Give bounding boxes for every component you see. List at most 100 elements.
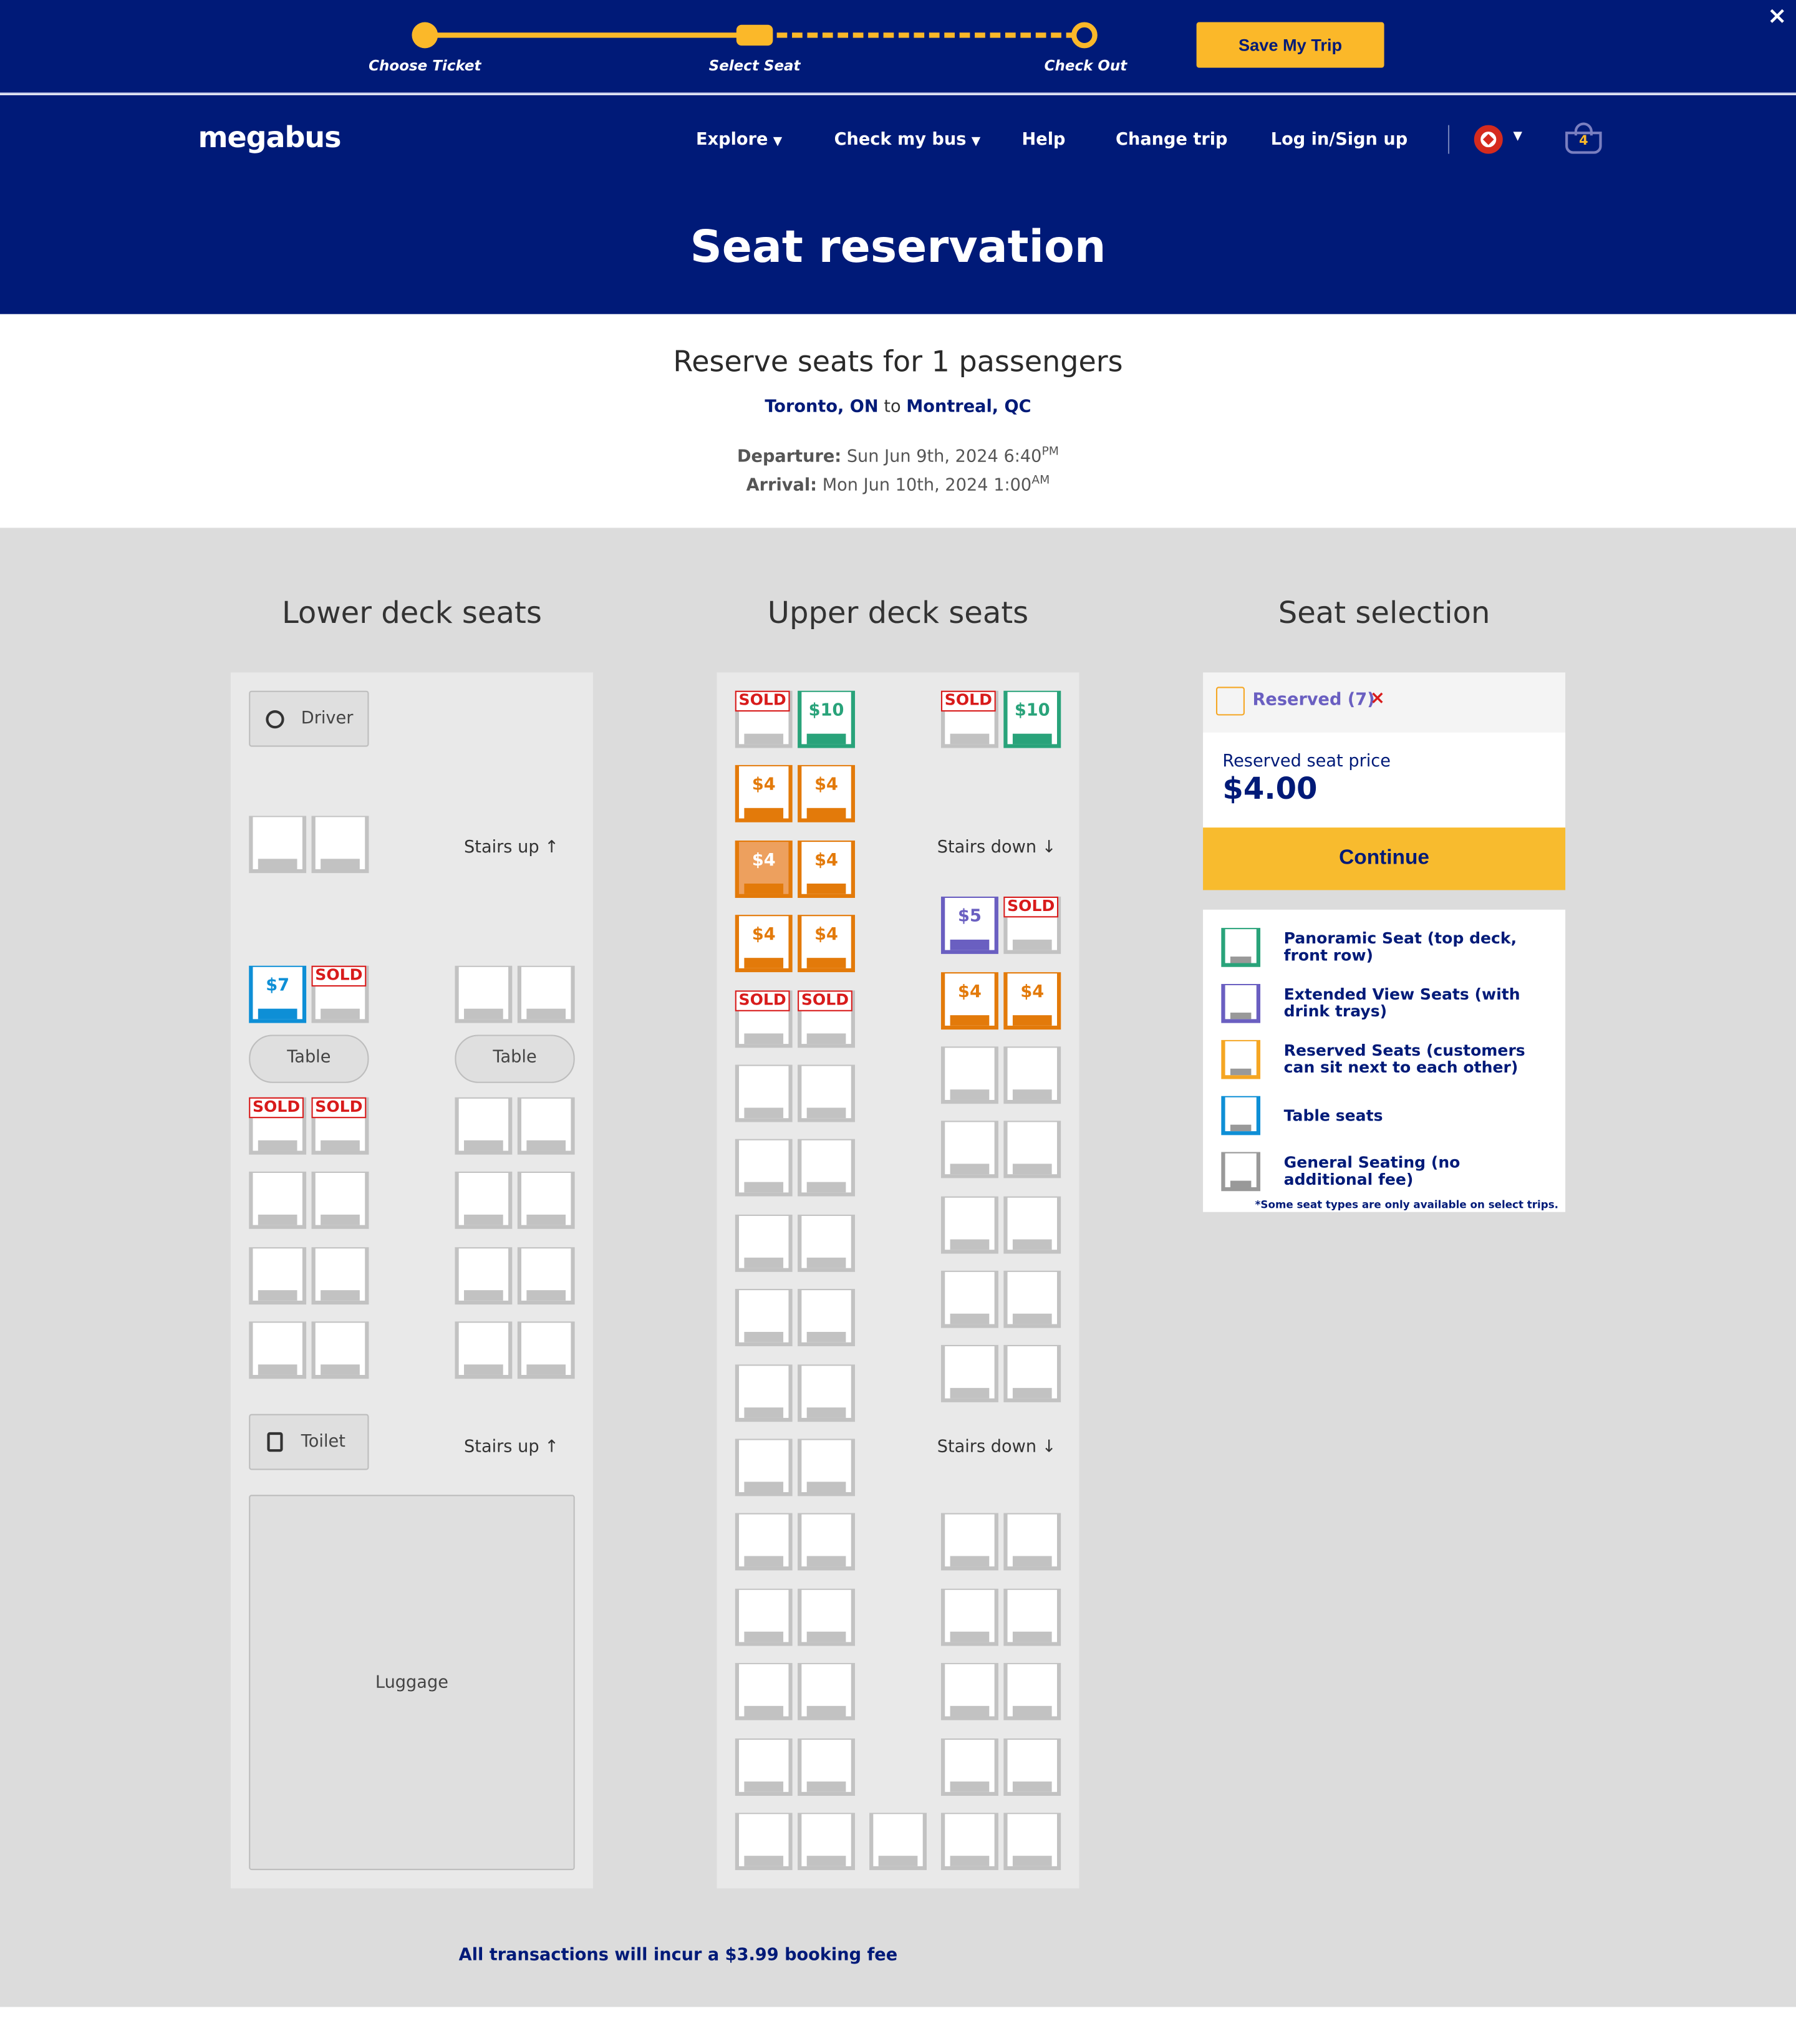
steering-wheel-icon — [266, 710, 284, 729]
toilet-icon — [267, 1432, 283, 1452]
seat-reserved[interactable]: $4 — [735, 915, 793, 973]
seat-general[interactable] — [798, 1364, 856, 1422]
seat-general[interactable] — [1003, 1196, 1061, 1254]
seat-general[interactable] — [1003, 1662, 1061, 1720]
seat-general[interactable] — [940, 1270, 998, 1328]
seat-general[interactable] — [735, 1139, 793, 1197]
seat-general[interactable] — [940, 1344, 998, 1402]
seat-general[interactable] — [940, 1196, 998, 1254]
seat-general[interactable] — [455, 1247, 513, 1305]
seat-general[interactable] — [517, 1321, 575, 1379]
seat-general[interactable] — [940, 1121, 998, 1179]
seat-reserved[interactable]: $4 — [798, 915, 856, 973]
seat-general[interactable] — [1003, 1121, 1061, 1179]
seat-reserved[interactable]: $4 — [798, 841, 856, 899]
seat-general[interactable] — [735, 1513, 793, 1571]
nav-change-trip[interactable]: Change trip — [1116, 130, 1227, 150]
seat-general[interactable] — [735, 1738, 793, 1796]
seat-general[interactable] — [798, 1064, 856, 1122]
seat-general[interactable] — [455, 1321, 513, 1379]
save-my-trip-button[interactable]: Save My Trip — [1196, 22, 1384, 68]
step-choose-ticket[interactable]: Choose Ticket — [369, 57, 481, 74]
seat-general[interactable] — [249, 1171, 307, 1229]
seat-general[interactable] — [1003, 1588, 1061, 1646]
seat-general[interactable] — [798, 1662, 856, 1720]
seat-general[interactable] — [517, 965, 575, 1023]
nav-login[interactable]: Log in/Sign up — [1271, 130, 1407, 150]
seat-general[interactable] — [311, 816, 369, 874]
seat-panoramic[interactable]: $10 — [1003, 690, 1061, 748]
seat-general[interactable] — [798, 1439, 856, 1497]
seat-reserved-selected[interactable]: $4 — [735, 841, 793, 899]
table-right: Table — [455, 1034, 575, 1083]
seat-reserved[interactable]: $4 — [1003, 972, 1061, 1030]
legend-label: Panoramic Seat (top deck, front row) — [1283, 929, 1517, 965]
seat-general[interactable] — [455, 965, 513, 1023]
seat-general[interactable] — [940, 1662, 998, 1720]
seat-general[interactable] — [735, 1662, 793, 1720]
seat-general[interactable] — [735, 1214, 793, 1272]
seat-general[interactable] — [311, 1171, 369, 1229]
seat-general[interactable] — [735, 1364, 793, 1422]
legend-label: General Seating (no additional fee) — [1283, 1153, 1460, 1189]
seat-general[interactable] — [1003, 1513, 1061, 1571]
seat-general[interactable] — [735, 1588, 793, 1646]
seat-general[interactable] — [798, 1813, 856, 1871]
seat-general[interactable] — [798, 1289, 856, 1346]
seat-price: $4 — [814, 925, 838, 945]
seat-general[interactable] — [869, 1813, 927, 1871]
seat-general[interactable] — [735, 1064, 793, 1122]
price-value: $4.00 — [1222, 773, 1318, 807]
booking-fee-note: All transactions will incur a $3.99 book… — [458, 1945, 898, 1965]
seat-general[interactable] — [940, 1738, 998, 1796]
seat-general[interactable] — [455, 1097, 513, 1155]
seat-general[interactable] — [798, 1513, 856, 1571]
seat-reserved[interactable]: $4 — [735, 764, 793, 822]
seat-general[interactable] — [735, 1439, 793, 1497]
seat-extended-view[interactable]: $5 — [940, 896, 998, 954]
seat-general[interactable] — [798, 1738, 856, 1796]
seat-reserved[interactable]: $4 — [798, 764, 856, 822]
seat-general[interactable] — [940, 1813, 998, 1871]
seat-general[interactable] — [1003, 1270, 1061, 1328]
page-title: Seat reservation — [690, 221, 1106, 274]
seat-general[interactable] — [1003, 1813, 1061, 1871]
seat-general[interactable] — [1003, 1738, 1061, 1796]
seat-general[interactable] — [1003, 1344, 1061, 1402]
seat-general[interactable] — [517, 1097, 575, 1155]
seat-general[interactable] — [249, 1247, 307, 1305]
seat-general[interactable] — [311, 1321, 369, 1379]
seat-general[interactable] — [735, 1289, 793, 1346]
seat-general[interactable] — [940, 1046, 998, 1104]
megabus-logo[interactable]: megabus — [198, 122, 342, 155]
seat-general[interactable] — [455, 1171, 513, 1229]
seat-general[interactable] — [249, 1321, 307, 1379]
person-icon — [1215, 687, 1245, 716]
close-icon[interactable]: × — [1370, 688, 1386, 709]
seat-general[interactable] — [798, 1139, 856, 1197]
seat-reserved[interactable]: $4 — [940, 972, 998, 1030]
seat-table[interactable]: $7 — [249, 965, 307, 1023]
seat-general[interactable] — [249, 816, 307, 874]
close-icon[interactable]: × — [1767, 2, 1787, 30]
seat-general[interactable] — [798, 1214, 856, 1272]
nav-help[interactable]: Help — [1022, 130, 1066, 150]
seat-general[interactable] — [517, 1247, 575, 1305]
seat-general[interactable] — [735, 1813, 793, 1871]
basket-icon[interactable]: 4 — [1565, 122, 1602, 156]
canada-flag-icon[interactable] — [1474, 125, 1503, 154]
nav-check-my-bus[interactable]: Check my bus ▼ — [834, 130, 981, 150]
seat-price: $10 — [808, 701, 844, 721]
table-left: Table — [249, 1034, 369, 1083]
seat-panoramic[interactable]: $10 — [798, 690, 856, 748]
seat-general[interactable] — [798, 1588, 856, 1646]
continue-button[interactable]: Continue — [1203, 827, 1566, 890]
seat-general[interactable] — [940, 1513, 998, 1571]
nav-explore[interactable]: Explore ▼ — [696, 130, 782, 150]
chevron-down-icon[interactable]: ▼ — [1513, 130, 1522, 143]
seat-general[interactable] — [517, 1171, 575, 1229]
seat-general[interactable] — [311, 1247, 369, 1305]
seat-general[interactable] — [940, 1588, 998, 1646]
seat-general[interactable] — [1003, 1046, 1061, 1104]
arrival-label: Arrival: — [746, 476, 818, 496]
